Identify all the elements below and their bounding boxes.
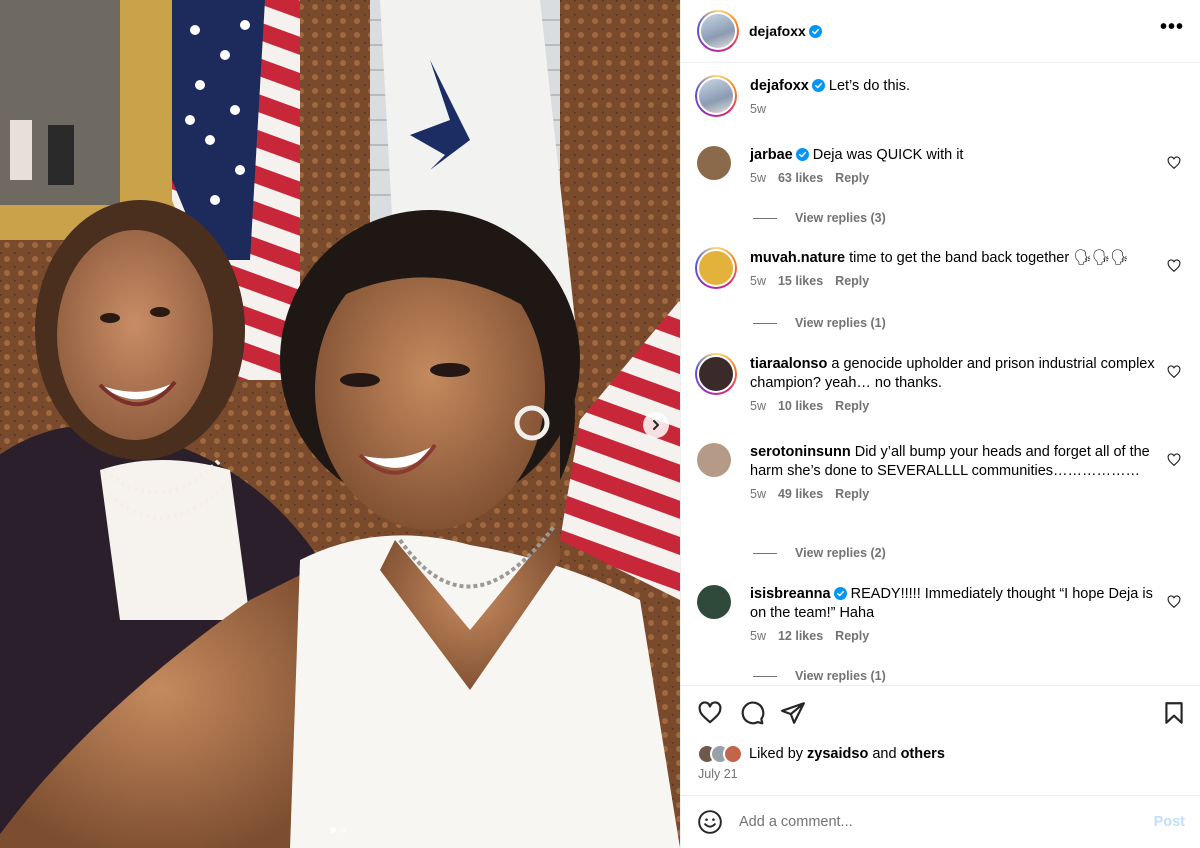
comment-time[interactable]: 5w xyxy=(750,629,766,643)
liker-avatars[interactable] xyxy=(697,744,743,764)
like-comment-heart-icon[interactable] xyxy=(1167,453,1181,467)
comment-text: time to get the band back together 🗣🗣🗣 xyxy=(849,250,1129,266)
post-comment-button[interactable]: Post xyxy=(1154,814,1185,830)
post-header: dejafoxx ••• xyxy=(681,0,1200,63)
view-replies-button[interactable]: View replies (2) xyxy=(753,546,886,560)
comment-item: isisbreanna READY!!!!! Immediately thoug… xyxy=(697,585,1185,643)
liked-by-others[interactable]: others xyxy=(901,746,945,762)
add-comment-bar: Post xyxy=(681,795,1200,848)
like-comment-heart-icon[interactable] xyxy=(1167,595,1181,609)
carousel-dot xyxy=(330,827,336,833)
comment-bubble-icon[interactable] xyxy=(739,700,765,726)
view-replies-button[interactable]: View replies (3) xyxy=(753,211,886,225)
view-replies-label: View replies (1) xyxy=(795,316,886,330)
comment-username[interactable]: isisbreanna xyxy=(750,586,831,602)
liked-by-prefix: Liked by xyxy=(749,746,804,762)
like-comment-heart-icon[interactable] xyxy=(1167,156,1181,170)
post-date[interactable]: July 21 xyxy=(698,767,738,781)
view-replies-label: View replies (2) xyxy=(795,546,886,560)
liked-by-and: and xyxy=(872,746,897,762)
liked-by-user[interactable]: zysaidso xyxy=(807,746,868,762)
caption: dejafoxx Let’s do this. 5w xyxy=(695,75,1185,117)
reply-button[interactable]: Reply xyxy=(835,487,869,501)
view-replies-label: View replies (1) xyxy=(795,669,886,683)
comment-text: Deja was QUICK with it xyxy=(812,147,964,163)
commenter-avatar[interactable] xyxy=(695,353,737,395)
commenter-avatar[interactable] xyxy=(697,443,731,477)
reply-button[interactable]: Reply xyxy=(835,171,869,185)
commenter-avatar[interactable] xyxy=(697,146,731,180)
comment-likes[interactable]: 63 likes xyxy=(778,171,823,185)
comment-item: muvah.nature time to get the band back t… xyxy=(695,247,1185,289)
reply-button[interactable]: Reply xyxy=(835,274,869,288)
view-replies-label: View replies (3) xyxy=(795,211,886,225)
comment-likes[interactable]: 15 likes xyxy=(778,274,823,288)
verified-badge-icon xyxy=(811,79,825,92)
liked-by-line: Liked by zysaidso and others xyxy=(697,744,945,764)
instagram-post-dialog: dejafoxx ••• dejafoxx Let’s do this. 5w xyxy=(0,0,1200,848)
save-bookmark-icon[interactable] xyxy=(1161,700,1187,726)
share-send-icon[interactable] xyxy=(780,700,806,726)
next-photo-button[interactable] xyxy=(643,412,669,438)
chevron-right-icon xyxy=(653,420,659,430)
post-photo[interactable] xyxy=(0,0,680,848)
like-heart-icon[interactable] xyxy=(697,700,723,726)
verified-badge-icon xyxy=(833,587,847,600)
comment-username[interactable]: muvah.nature xyxy=(750,250,845,266)
verified-badge-icon xyxy=(795,148,809,161)
like-comment-heart-icon[interactable] xyxy=(1167,365,1181,379)
reply-button[interactable]: Reply xyxy=(835,399,869,413)
comment-item: jarbae Deja was QUICK with it 5w 63 like… xyxy=(697,146,1185,185)
comment-likes[interactable]: 49 likes xyxy=(778,487,823,501)
carousel-indicator xyxy=(330,827,346,833)
caption-avatar[interactable] xyxy=(695,75,737,117)
view-replies-button[interactable]: View replies (1) xyxy=(753,316,886,330)
comment-item: serotoninsunn Did y’all bump your heads … xyxy=(697,443,1185,501)
comment-time[interactable]: 5w xyxy=(750,487,766,501)
comment-username[interactable]: tiaraalonso xyxy=(750,356,827,372)
view-replies-button[interactable]: View replies (1) xyxy=(753,669,886,683)
like-comment-heart-icon[interactable] xyxy=(1167,259,1181,273)
comment-likes[interactable]: 10 likes xyxy=(778,399,823,413)
comment-username[interactable]: jarbae xyxy=(750,147,793,163)
selfie-photo-image xyxy=(0,0,680,848)
reply-button[interactable]: Reply xyxy=(835,629,869,643)
author-username[interactable]: dejafoxx xyxy=(749,23,806,39)
comment-username[interactable]: serotoninsunn xyxy=(750,444,851,460)
commenter-avatar[interactable] xyxy=(695,247,737,289)
comment-likes[interactable]: 12 likes xyxy=(778,629,823,643)
commenter-avatar[interactable] xyxy=(697,585,731,619)
post-actions-bar: Liked by zysaidso and others July 21 xyxy=(681,685,1200,795)
emoji-smiley-icon[interactable] xyxy=(697,809,723,835)
post-side-panel: dejafoxx ••• dejafoxx Let’s do this. 5w xyxy=(680,0,1200,848)
caption-text: Let’s do this. xyxy=(828,78,911,94)
more-options-button[interactable]: ••• xyxy=(1160,17,1184,40)
comments-list[interactable]: dejafoxx Let’s do this. 5w jarbae Deja w… xyxy=(681,63,1200,685)
carousel-dot xyxy=(340,827,346,833)
comment-time[interactable]: 5w xyxy=(750,399,766,413)
caption-time[interactable]: 5w xyxy=(750,102,766,116)
verified-badge-icon xyxy=(808,24,822,38)
caption-username[interactable]: dejafoxx xyxy=(750,78,809,94)
comment-time[interactable]: 5w xyxy=(750,274,766,288)
author-avatar[interactable] xyxy=(697,10,739,52)
comment-input[interactable] xyxy=(739,814,1154,830)
comment-item: tiaraalonso a genocide upholder and pris… xyxy=(695,353,1185,413)
comment-time[interactable]: 5w xyxy=(750,171,766,185)
